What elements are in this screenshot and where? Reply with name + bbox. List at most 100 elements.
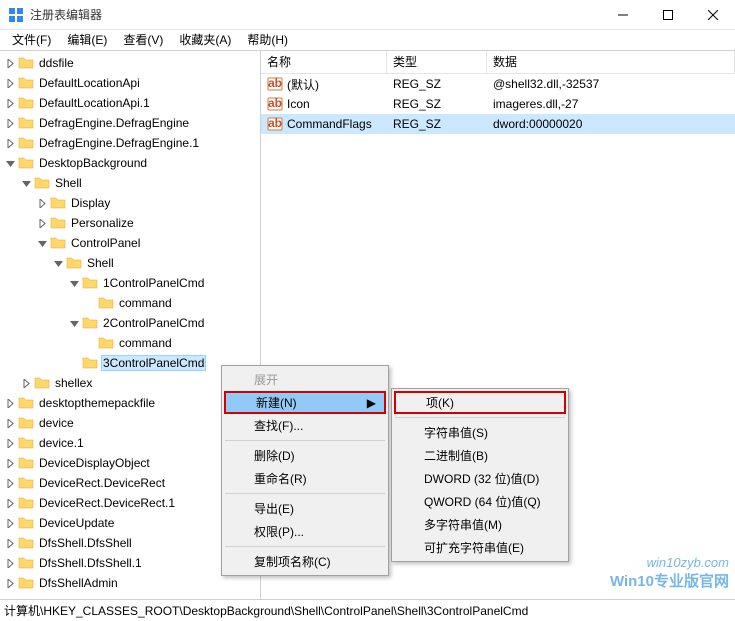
- tree-twisty-icon[interactable]: [2, 75, 18, 91]
- tree-node-label: device: [37, 415, 76, 431]
- ctx-rename[interactable]: 重命名(R): [224, 467, 386, 490]
- tree-node[interactable]: DfsShellAdmin: [2, 573, 260, 593]
- ctx-new[interactable]: 新建(N)▶: [224, 391, 386, 414]
- tree-node[interactable]: 2ControlPanelCmd: [2, 313, 260, 333]
- maximize-button[interactable]: [645, 0, 690, 30]
- context-menu: 展开 新建(N)▶ 查找(F)... 删除(D) 重命名(R) 导出(E) 权限…: [221, 365, 389, 576]
- tree-node-label: Display: [69, 195, 112, 211]
- menu-favorites[interactable]: 收藏夹(A): [171, 30, 239, 51]
- menu-file[interactable]: 文件(F): [4, 30, 59, 51]
- ctx-new-binary[interactable]: 二进制值(B): [394, 444, 566, 467]
- tree-node[interactable]: command: [2, 293, 260, 313]
- list-row[interactable]: ab(默认)REG_SZ@shell32.dll,-32537: [261, 74, 735, 94]
- tree-node-label: DfsShell.DfsShell.1: [37, 555, 144, 571]
- list-row[interactable]: abCommandFlagsREG_SZdword:00000020: [261, 114, 735, 134]
- tree-node-label: DeviceRect.DeviceRect: [37, 475, 167, 491]
- tree-twisty-icon[interactable]: [2, 155, 18, 171]
- tree-twisty-icon[interactable]: [2, 395, 18, 411]
- tree-twisty-icon[interactable]: [66, 355, 82, 371]
- tree-node[interactable]: DefragEngine.DefragEngine.1: [2, 133, 260, 153]
- tree-twisty-icon[interactable]: [34, 235, 50, 251]
- context-submenu-new: 项(K) 字符串值(S) 二进制值(B) DWORD (32 位)值(D) QW…: [391, 388, 569, 562]
- tree-node-label: DefaultLocationApi.1: [37, 95, 152, 111]
- tree-twisty-icon[interactable]: [2, 55, 18, 71]
- menu-edit[interactable]: 编辑(E): [59, 30, 115, 51]
- tree-twisty-icon[interactable]: [82, 295, 98, 311]
- tree-node[interactable]: DefragEngine.DefragEngine: [2, 113, 260, 133]
- tree-node-label: 2ControlPanelCmd: [101, 315, 206, 331]
- tree-node[interactable]: Shell: [2, 173, 260, 193]
- tree-node-label: Shell: [53, 175, 84, 191]
- svg-text:ab: ab: [268, 116, 282, 130]
- tree-twisty-icon[interactable]: [2, 535, 18, 551]
- ctx-permissions[interactable]: 权限(P)...: [224, 520, 386, 543]
- svg-text:ab: ab: [268, 96, 282, 110]
- tree-twisty-icon[interactable]: [34, 195, 50, 211]
- ctx-new-qword[interactable]: QWORD (64 位)值(Q): [394, 490, 566, 513]
- col-header-type[interactable]: 类型: [387, 51, 487, 73]
- list-header: 名称 类型 数据: [261, 51, 735, 74]
- list-row[interactable]: abIconREG_SZimageres.dll,-27: [261, 94, 735, 114]
- tree-twisty-icon[interactable]: [2, 435, 18, 451]
- ctx-new-expandstring[interactable]: 可扩充字符串值(E): [394, 536, 566, 559]
- ctx-separator: [225, 493, 385, 494]
- tree-twisty-icon[interactable]: [2, 555, 18, 571]
- menu-help[interactable]: 帮助(H): [239, 30, 296, 51]
- tree-twisty-icon[interactable]: [18, 175, 34, 191]
- ctx-expand: 展开: [224, 368, 386, 391]
- tree-twisty-icon[interactable]: [2, 475, 18, 491]
- tree-twisty-icon[interactable]: [2, 95, 18, 111]
- tree-node-label: DefaultLocationApi: [37, 75, 142, 91]
- tree-twisty-icon[interactable]: [66, 315, 82, 331]
- tree-twisty-icon[interactable]: [2, 415, 18, 431]
- tree-node-label: Shell: [85, 255, 116, 271]
- tree-node-label: DesktopBackground: [37, 155, 149, 171]
- close-button[interactable]: [690, 0, 735, 30]
- statusbar: 计算机\HKEY_CLASSES_ROOT\DesktopBackground\…: [0, 599, 735, 621]
- tree-node[interactable]: 1ControlPanelCmd: [2, 273, 260, 293]
- cell-name: abIcon: [261, 96, 387, 112]
- tree-node-label: DefragEngine.DefragEngine: [37, 115, 191, 131]
- tree-node[interactable]: DefaultLocationApi.1: [2, 93, 260, 113]
- ctx-find[interactable]: 查找(F)...: [224, 414, 386, 437]
- tree-node[interactable]: DesktopBackground: [2, 153, 260, 173]
- tree-node-label: DfsShell.DfsShell: [37, 535, 134, 551]
- minimize-button[interactable]: [600, 0, 645, 30]
- cell-name: ab(默认): [261, 76, 387, 93]
- tree-node-label: DeviceRect.DeviceRect.1: [37, 495, 177, 511]
- tree-node[interactable]: Shell: [2, 253, 260, 273]
- tree-node[interactable]: ControlPanel: [2, 233, 260, 253]
- col-header-data[interactable]: 数据: [487, 51, 735, 73]
- cell-type: REG_SZ: [387, 117, 487, 131]
- tree-twisty-icon[interactable]: [2, 455, 18, 471]
- ctx-export[interactable]: 导出(E): [224, 497, 386, 520]
- tree-node-label: desktopthemepackfile: [37, 395, 157, 411]
- col-header-name[interactable]: 名称: [261, 51, 387, 73]
- ctx-new-multistring[interactable]: 多字符串值(M): [394, 513, 566, 536]
- menu-view[interactable]: 查看(V): [115, 30, 171, 51]
- tree-twisty-icon[interactable]: [82, 335, 98, 351]
- tree-node-label: command: [117, 295, 174, 311]
- tree-twisty-icon[interactable]: [66, 275, 82, 291]
- cell-type: REG_SZ: [387, 97, 487, 111]
- window-title: 注册表编辑器: [30, 6, 600, 23]
- tree-twisty-icon[interactable]: [34, 215, 50, 231]
- tree-twisty-icon[interactable]: [2, 515, 18, 531]
- tree-node[interactable]: Display: [2, 193, 260, 213]
- tree-node[interactable]: command: [2, 333, 260, 353]
- tree-node[interactable]: ddsfile: [2, 53, 260, 73]
- tree-node[interactable]: DefaultLocationApi: [2, 73, 260, 93]
- tree-twisty-icon[interactable]: [50, 255, 66, 271]
- ctx-delete[interactable]: 删除(D): [224, 444, 386, 467]
- tree-twisty-icon[interactable]: [2, 135, 18, 151]
- ctx-new-string[interactable]: 字符串值(S): [394, 421, 566, 444]
- tree-twisty-icon[interactable]: [18, 375, 34, 391]
- submenu-arrow-icon: ▶: [367, 396, 376, 410]
- tree-twisty-icon[interactable]: [2, 575, 18, 591]
- ctx-new-key[interactable]: 项(K): [394, 391, 566, 414]
- tree-twisty-icon[interactable]: [2, 115, 18, 131]
- ctx-copy-key-name[interactable]: 复制项名称(C): [224, 550, 386, 573]
- tree-node[interactable]: Personalize: [2, 213, 260, 233]
- ctx-new-dword[interactable]: DWORD (32 位)值(D): [394, 467, 566, 490]
- tree-twisty-icon[interactable]: [2, 495, 18, 511]
